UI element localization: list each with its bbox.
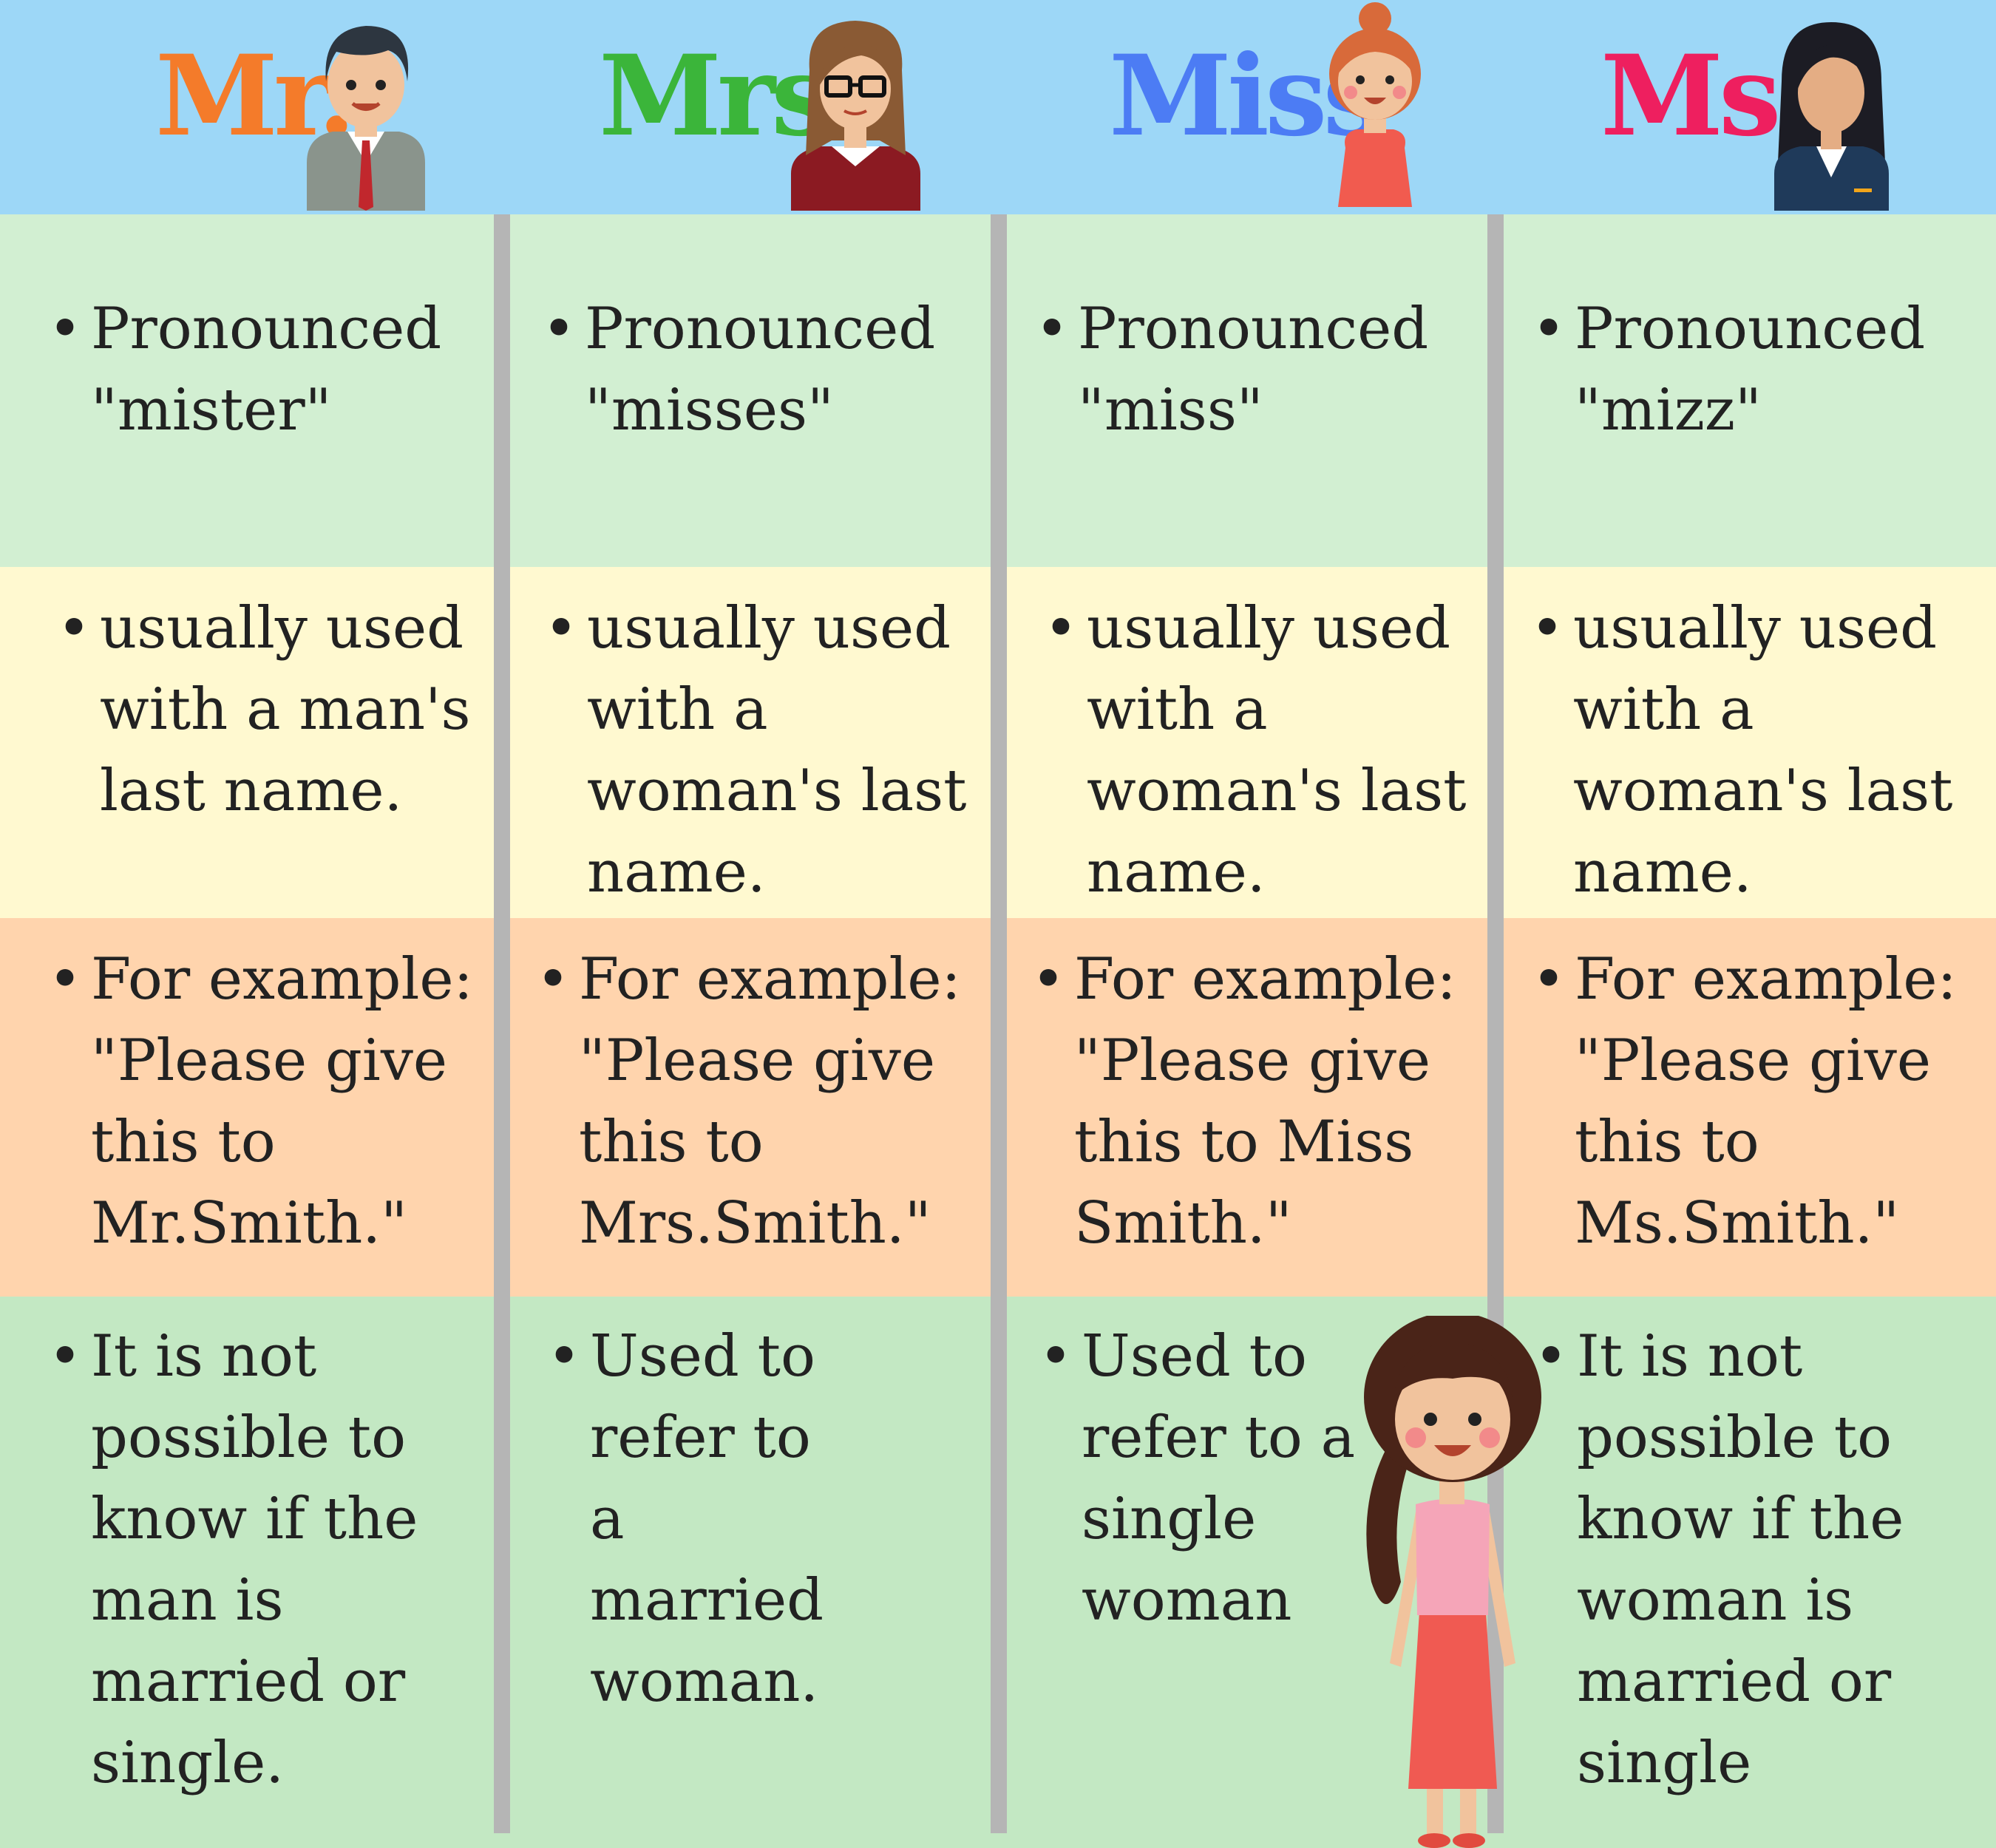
column-header-mr: Mr. [0,0,499,214]
column-header-miss: Miss [998,0,1497,214]
cell-mrs-example: • For example: "Please give this to Mrs.… [536,946,961,1257]
column-header-ms: Ms. [1497,0,1996,214]
cell-miss-example: • For example: "Please give this to Miss… [1031,946,1456,1257]
cell-ms-meaning: • It is not possible to know if the woma… [1534,1323,1904,1796]
cell-ms-pronunciation: • Pronounced "mizz" [1532,296,1926,444]
cell-miss-pronunciation: • Pronounced "miss" [1035,296,1429,444]
header-bar: Mr. Mrs. Miss Ms. [0,0,1996,214]
column-divider [494,214,510,1833]
cell-mr-example: • For example: "Please give this to Mr.S… [48,946,473,1257]
man-avatar-icon [307,26,425,211]
woman-glasses-avatar-icon [791,21,920,211]
cell-miss-usage: • usually used with a woman's last name. [1044,595,1467,906]
cell-mr-meaning: • It is not possible to know if the man … [48,1323,418,1796]
girl-standing-illustration [1364,1316,1541,1848]
cell-miss-meaning: • Used to refer to a single woman [1039,1323,1356,1634]
cell-mr-usage: • usually used with a man's last name. [57,595,471,824]
cell-mrs-pronunciation: • Pronounced "misses" [542,296,936,444]
cell-ms-example: • For example: "Please give this to Ms.S… [1532,946,1957,1257]
column-header-mrs: Mrs. [499,0,998,214]
girl-bun-avatar-icon [1329,2,1421,207]
cell-mrs-usage: • usually used with a woman's last name. [544,595,967,906]
column-divider [991,214,1007,1833]
cell-mr-pronunciation: • Pronounced "mister" [48,296,442,444]
comparison-grid: • Pronounced "mister" • Pronounced "miss… [0,214,1996,1848]
businesswoman-avatar-icon [1774,22,1889,211]
cell-mrs-meaning: • Used to refer to a married woman. [547,1323,824,1715]
cell-ms-usage: • usually used with a woman's last name. [1530,595,1953,906]
